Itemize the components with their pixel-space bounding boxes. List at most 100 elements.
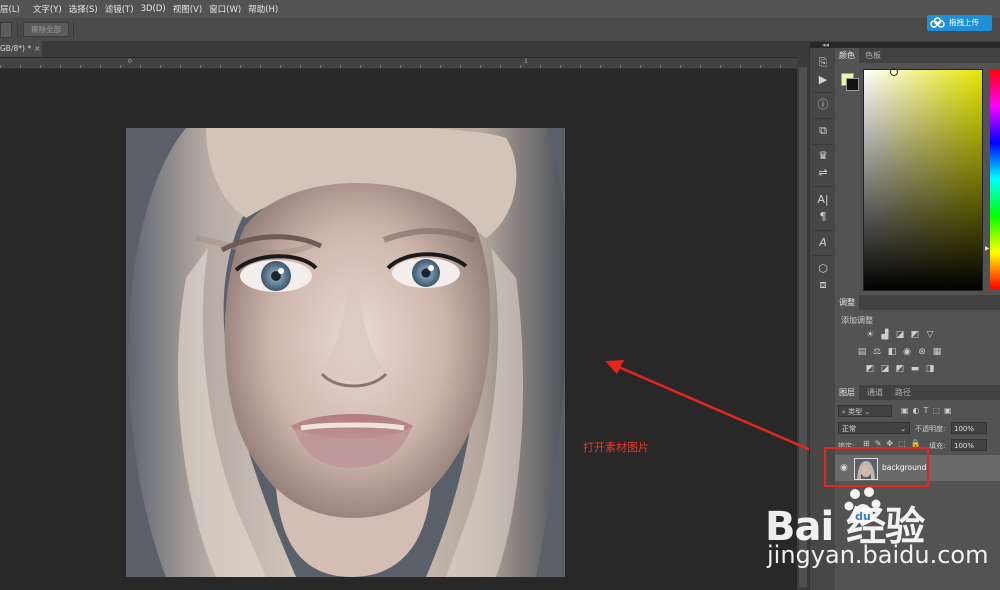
menu-select[interactable]: 选择(S) (69, 3, 105, 15)
portrait-photo (126, 128, 565, 577)
layers-panel-tabs: 图层 通道 路径 (835, 385, 1000, 400)
3d-icon[interactable]: ⬡ (815, 262, 831, 276)
tool-preset-dropdown[interactable] (0, 22, 12, 38)
annotation-highlight-box (824, 447, 929, 487)
ruler-tick (380, 65, 381, 68)
menu-type[interactable]: 文字(Y) (27, 3, 69, 15)
history-icon[interactable]: ⎘ (815, 56, 831, 70)
menu-layer[interactable]: 层(L) (0, 3, 27, 15)
layer-comps-icon[interactable]: ⧈ (815, 278, 831, 292)
ruler-tick (460, 65, 461, 68)
glyphs-icon[interactable]: A (815, 236, 831, 250)
add-adjustment-label: 添加调整 (841, 316, 873, 325)
ruler-tick (500, 65, 501, 68)
hue-slider[interactable] (990, 69, 1000, 289)
play-icon[interactable]: ▶ (815, 73, 831, 87)
ruler-tick (20, 65, 21, 68)
color-picker-field[interactable] (863, 69, 983, 291)
ruler-tick (280, 65, 281, 68)
character-icon[interactable]: A| (815, 193, 831, 207)
annotation-text: 打开素材图片 (583, 441, 649, 454)
erase-all-button[interactable]: 擦除全部 (23, 22, 69, 37)
adjustments-panel-tabs: 调整 (835, 295, 1000, 310)
baidu-jingyan-url: jingyan.baidu.com (767, 541, 989, 569)
tab-swatches[interactable]: 色板 (861, 48, 885, 63)
tab-adjustments[interactable]: 调整 (835, 295, 859, 310)
ruler-tick (480, 65, 481, 68)
ruler-tick (440, 65, 441, 68)
blend-mode-value: 正常 (842, 425, 856, 433)
brightness-icon[interactable]: ☀ (864, 330, 876, 340)
divider (17, 21, 18, 38)
ruler-tick (520, 65, 521, 68)
ruler-tick (760, 65, 761, 68)
menu-filter[interactable]: 滤镜(T) (105, 3, 141, 15)
color-balance-icon[interactable]: ⚖ (871, 347, 883, 357)
exposure-icon[interactable]: ◩ (909, 330, 921, 340)
menu-3d[interactable]: 3D(D) (141, 4, 173, 14)
clone-source-icon[interactable]: ⧉ (815, 124, 831, 138)
ruler-tick (40, 65, 41, 68)
brush-preset-icon[interactable]: ♛ (815, 149, 831, 163)
svg-text:du: du (855, 510, 871, 523)
menu-help[interactable]: 帮助(H) (248, 3, 285, 15)
hue-saturation-icon[interactable]: ▤ (856, 347, 868, 357)
vibrance-icon[interactable]: ▽ (924, 330, 936, 340)
ruler-tick (540, 65, 541, 68)
ruler-tick (780, 65, 781, 68)
color-panel-tabs: 颜色 色板 (835, 48, 1000, 63)
blend-mode-select[interactable]: 正常 ⌄ (838, 422, 910, 434)
fill-field[interactable]: 100% (951, 439, 987, 451)
levels-icon[interactable]: ▟ (879, 330, 891, 340)
upload-button[interactable]: 拖拽上传 (927, 15, 992, 31)
ruler-tick (700, 65, 701, 68)
properties-icon[interactable]: ⇌ (815, 166, 831, 180)
ruler-tick (180, 65, 181, 68)
document-tab[interactable]: GB/8*) * × (0, 41, 42, 57)
upload-button-label: 拖拽上传 (949, 18, 979, 27)
curves-icon[interactable]: ◪ (894, 330, 906, 340)
hue-slider-handle[interactable]: ▶ (985, 245, 990, 252)
ruler-tick (200, 65, 201, 68)
fill-label: 填充: (929, 442, 946, 450)
ruler-tick (680, 65, 681, 68)
ruler-tick (240, 65, 241, 68)
photo-filter-icon[interactable]: ◉ (901, 347, 913, 357)
tab-channels[interactable]: 通道 (863, 385, 887, 400)
ruler-tick (160, 65, 161, 68)
posterize-icon[interactable]: ◪ (879, 364, 891, 374)
gradient-map-icon[interactable]: ▬ (909, 364, 921, 374)
ruler-tick (260, 65, 261, 68)
menu-bar: 层(L) 文字(Y) 选择(S) 滤镜(T) 3D(D) 视图(V) 窗口(W)… (0, 0, 1000, 18)
tab-paths[interactable]: 路径 (891, 385, 915, 400)
opacity-field[interactable]: 100% (951, 422, 987, 434)
options-bar: 擦除全部 (0, 18, 1000, 42)
background-color-swatch[interactable] (846, 78, 859, 91)
ruler-tick (80, 65, 81, 68)
ruler-tick (60, 65, 61, 68)
ruler-tick (580, 65, 581, 68)
close-icon[interactable]: × (34, 44, 40, 53)
document-tab-title: GB/8*) * (0, 44, 32, 53)
baidu-paw-icon: du (844, 487, 881, 523)
ruler-tick (140, 65, 141, 68)
menu-view[interactable]: 视图(V) (173, 3, 209, 15)
ruler-tick (400, 65, 401, 68)
paragraph-icon[interactable]: ¶ (815, 210, 831, 224)
layer-filter-icons[interactable]: ▣◐T⬚▣ (901, 406, 996, 418)
threshold-icon[interactable]: ◩ (894, 364, 906, 374)
color-lookup-icon[interactable]: ▦ (931, 347, 943, 357)
menu-window[interactable]: 窗口(W) (209, 3, 248, 15)
info-icon[interactable]: ⓘ (815, 98, 831, 112)
layer-kind-filter[interactable]: ⌕ 类型 ⌄ (838, 405, 892, 417)
invert-icon[interactable]: ◩ (864, 364, 876, 374)
black-white-icon[interactable]: ◧ (886, 347, 898, 357)
tab-color[interactable]: 颜色 (835, 48, 859, 63)
ruler-label: 0 (128, 58, 132, 65)
tab-layers[interactable]: 图层 (835, 385, 859, 400)
ruler-tick (320, 65, 321, 68)
color-picker-marker[interactable] (890, 68, 898, 76)
selective-color-icon[interactable]: ◨ (924, 364, 936, 374)
channel-mixer-icon[interactable]: ⊛ (916, 347, 928, 357)
ruler-tick (600, 65, 601, 68)
